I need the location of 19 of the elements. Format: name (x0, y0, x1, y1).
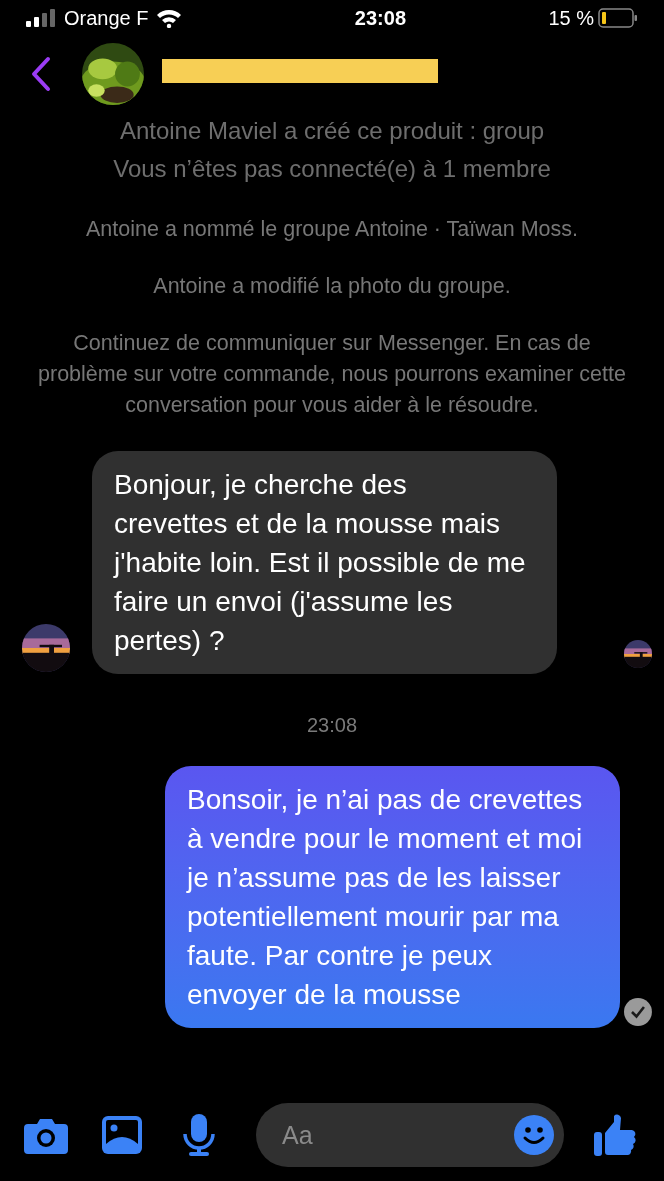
timestamp: 23:08 (305, 713, 359, 738)
battery-percent: 15 % (548, 6, 594, 31)
message-bubble: Bonjour, je cherche des crevettes et de la mousse mais j'habite loin. Est il possible de me faire un envoi (j'assume les pertes) ? (92, 451, 557, 674)
emoji-button[interactable] (514, 1115, 554, 1155)
wifi-icon (156, 8, 183, 28)
notice-text: Vous n’êtes pas connecté(e) à 1 membre (113, 154, 551, 184)
notice-text: Continuez de communiquer sur Messenger. En cas de problème sur votre commande, nous pourrons examiner cette conversation pour vous aider à le résoudre. (37, 330, 627, 419)
clock: 23:08 (353, 6, 406, 31)
battery-icon (598, 8, 638, 28)
microphone-button[interactable] (182, 1114, 216, 1156)
notice-text: Antoine a modifié la photo du groupe. (153, 273, 511, 300)
message-input[interactable]: Aa (256, 1103, 564, 1167)
signal-icon (26, 9, 56, 27)
notice-text: Antoine a nommé le groupe Antoine · Taïwan Moss. (86, 216, 578, 243)
message-bubble: Bonsoir, je n’ai pas de crevettes à vendre pour le moment et moi je n’assume pas de les laisser potentiellement mourir par ma faute. Par contre je peux envoyer de la mousse (165, 766, 621, 1028)
notice-text: Antoine Maviel a créé ce produit : group (119, 116, 545, 146)
carrier-name: Orange F (64, 6, 149, 31)
like-button[interactable] (594, 1114, 636, 1156)
gallery-button[interactable] (102, 1116, 142, 1154)
